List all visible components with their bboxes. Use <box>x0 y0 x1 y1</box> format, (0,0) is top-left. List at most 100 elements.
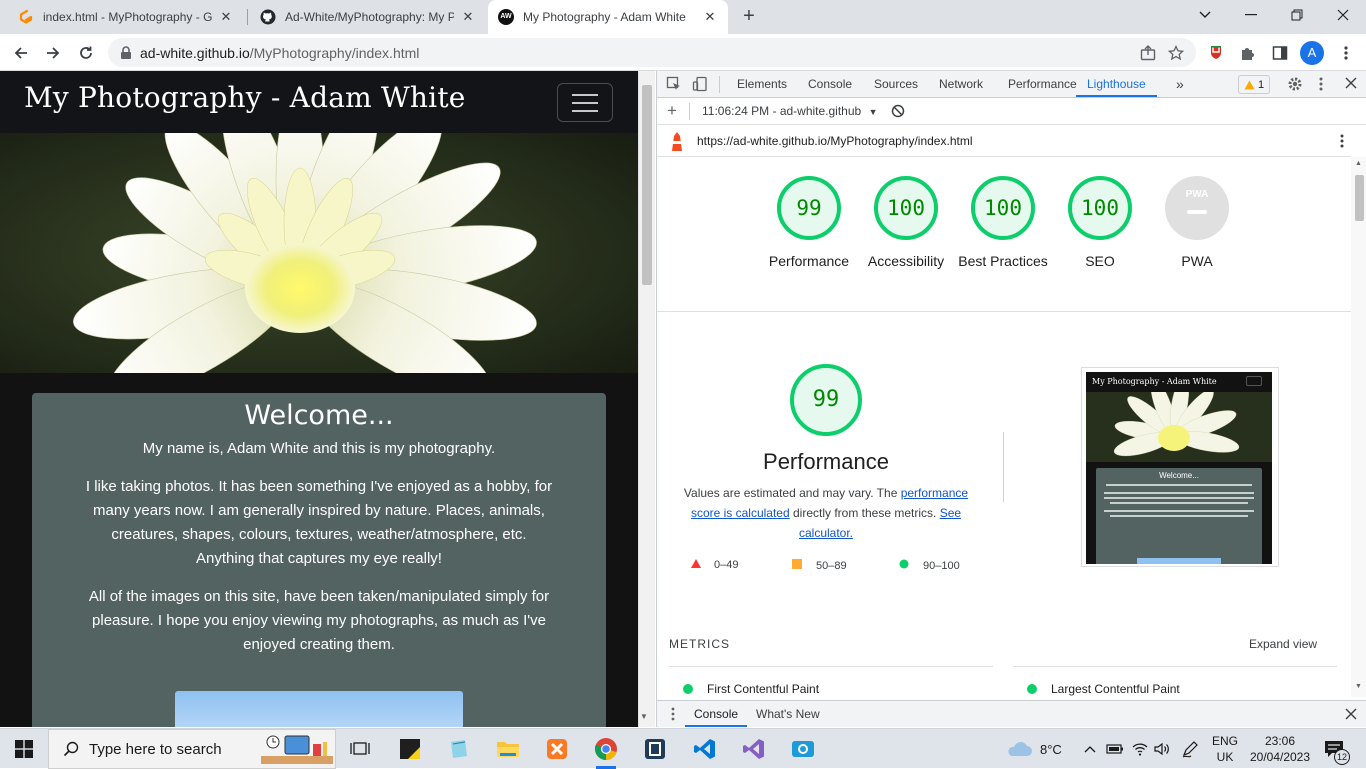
github-icon <box>260 9 276 25</box>
close-drawer-icon[interactable] <box>1345 708 1357 720</box>
report-selector[interactable]: 11:06:24 PM - ad-white.github ▼ <box>702 104 877 118</box>
panel-resize-chevron-icon[interactable]: ▼ <box>640 712 648 721</box>
gauge-label: Performance <box>768 253 850 269</box>
url-host: ad-white.github.io <box>140 44 250 61</box>
drawer-tab-console[interactable]: Console <box>685 701 748 727</box>
show-hidden-icons-chevron-icon[interactable] <box>1084 729 1096 769</box>
chrome-icon[interactable] <box>590 733 622 765</box>
score-gauge-seo[interactable]: 100 <box>1068 176 1132 240</box>
new-tab-button[interactable]: + <box>738 6 760 28</box>
extensions-puzzle-icon[interactable] <box>1235 40 1261 66</box>
gauge-label: Accessibility <box>867 253 945 269</box>
side-panel-icon[interactable] <box>1267 40 1293 66</box>
search-icon <box>63 741 79 757</box>
tab-github-repo[interactable]: Ad-White/MyPhotography: My Ph ✕ <box>250 0 486 34</box>
drawer-menu-kebab-icon[interactable] <box>671 706 675 722</box>
score-gauge-accessibility[interactable]: 100 <box>874 176 938 240</box>
score-gauge-best-practices[interactable]: 100 <box>971 176 1035 240</box>
wifi-icon[interactable] <box>1132 729 1148 769</box>
devtools-app-icon[interactable] <box>639 733 671 765</box>
final-screenshot-thumbnail[interactable]: My Photography - Adam White Welcome... <box>1081 367 1279 567</box>
clock[interactable]: 23:06 20/04/2023 <box>1248 729 1312 769</box>
site-navbar: My Photography - Adam White <box>0 71 638 133</box>
profile-avatar[interactable]: A <box>1300 41 1324 65</box>
report-menu-kebab-icon[interactable] <box>1340 133 1344 149</box>
scrollbar-thumb[interactable] <box>1355 175 1364 221</box>
tab-network[interactable]: Network <box>939 71 983 98</box>
reload-icon[interactable] <box>73 40 99 66</box>
task-view-icon[interactable] <box>344 733 376 765</box>
clock-time: 23:06 <box>1264 734 1296 748</box>
pwa-gauge[interactable]: PWA <box>1165 176 1229 240</box>
address-bar[interactable]: ad-white.github.io/MyPhotography/index.h… <box>108 38 1196 67</box>
file-explorer-icon[interactable] <box>492 733 524 765</box>
bookmark-star-icon[interactable] <box>1168 45 1184 61</box>
close-tab-icon[interactable]: ✕ <box>218 9 234 25</box>
new-report-plus-icon[interactable]: + <box>667 101 677 121</box>
report-url[interactable]: https://ad-white.github.io/MyPhotography… <box>697 134 972 148</box>
extension-shield-icon[interactable] <box>1203 40 1229 66</box>
lock-icon[interactable] <box>120 45 132 60</box>
tab-search-chevron-icon[interactable] <box>1182 0 1228 30</box>
report-scrollbar[interactable]: ▲ ▼ <box>1351 157 1366 697</box>
minimize-button[interactable] <box>1228 0 1274 30</box>
more-tabs-chevron-icon[interactable]: » <box>1176 71 1184 98</box>
close-tab-icon[interactable]: ✕ <box>702 9 718 25</box>
tab-console[interactable]: Console <box>808 71 852 98</box>
gallery-preview-image[interactable] <box>175 691 463 727</box>
notepad-icon[interactable] <box>443 733 475 765</box>
taskbar-search-box[interactable]: Type here to search <box>48 729 336 769</box>
speaker-icon[interactable] <box>1154 729 1170 769</box>
back-arrow-icon[interactable] <box>8 40 34 66</box>
inspect-element-icon[interactable] <box>666 76 682 92</box>
vscode-icon[interactable] <box>689 733 721 765</box>
close-window-button[interactable] <box>1320 0 1366 30</box>
devtools-panel: Elements Console Sources Network Perform… <box>656 71 1366 727</box>
scrollbar-thumb[interactable] <box>642 85 652 285</box>
visual-studio-icon[interactable] <box>738 733 770 765</box>
tab-my-photography[interactable]: AW My Photography - Adam White ✕ <box>488 0 728 34</box>
clear-reports-icon[interactable] <box>891 104 905 118</box>
gauge-label: PWA <box>1181 253 1213 269</box>
about-paragraph: I like taking photos. It has been someth… <box>85 478 553 567</box>
notification-center-icon[interactable]: 12 <box>1324 729 1350 769</box>
devtools-menu-kebab-icon[interactable] <box>1319 76 1323 92</box>
device-toolbar-icon[interactable] <box>692 76 708 92</box>
page-scrollbar[interactable] <box>638 71 655 727</box>
drawer-tab-whats-new[interactable]: What's New <box>756 701 820 727</box>
forward-arrow-icon[interactable] <box>40 40 66 66</box>
search-highlight-desk-icon <box>259 734 335 766</box>
browser-tab-strip: index.html - MyPhotography - Gi ✕ Ad-Whi… <box>0 0 1366 34</box>
navbar-toggler-hamburger-icon[interactable] <box>557 83 613 122</box>
tab-sources[interactable]: Sources <box>874 71 918 98</box>
tab-title: Ad-White/MyPhotography: My Ph <box>285 10 454 24</box>
language-indicator[interactable]: ENG UK <box>1212 729 1238 769</box>
tab-lighthouse[interactable]: Lighthouse <box>1076 71 1157 97</box>
pen-workspace-icon[interactable] <box>1181 729 1199 769</box>
weather-widget[interactable]: 8°C <box>1006 729 1062 769</box>
legend-fail: 0–49 <box>691 559 738 571</box>
tab-index-html[interactable]: index.html - MyPhotography - Gi ✕ <box>8 0 244 34</box>
settings-gear-icon[interactable] <box>1287 76 1303 92</box>
expand-view-button[interactable]: Expand view <box>1249 637 1317 651</box>
tab-elements[interactable]: Elements <box>737 71 787 98</box>
hero-flower-image <box>0 133 638 373</box>
battery-icon[interactable] <box>1106 729 1124 769</box>
orange-square-icon <box>792 559 802 572</box>
score-gauge-performance[interactable]: 99 <box>777 176 841 240</box>
website-viewport: My Photography - Adam White Welcome... M… <box>0 71 638 727</box>
chrome-menu-kebab-icon[interactable] <box>1333 40 1359 66</box>
share-icon[interactable] <box>1140 45 1156 61</box>
devtools-tab-bar: Elements Console Sources Network Perform… <box>657 71 1366 98</box>
close-devtools-icon[interactable] <box>1345 77 1357 89</box>
sticky-notes-icon[interactable] <box>394 733 426 765</box>
close-tab-icon[interactable]: ✕ <box>460 9 476 25</box>
xampp-icon[interactable] <box>541 733 573 765</box>
dahlia-photo <box>0 133 638 373</box>
warnings-badge[interactable]: 1 <box>1238 75 1271 94</box>
windows-start-icon[interactable] <box>8 733 40 765</box>
tab-performance[interactable]: Performance <box>1008 71 1077 98</box>
restore-button[interactable] <box>1274 0 1320 30</box>
site-brand[interactable]: My Photography - Adam White <box>24 81 466 114</box>
snipping-tool-icon[interactable] <box>787 733 819 765</box>
